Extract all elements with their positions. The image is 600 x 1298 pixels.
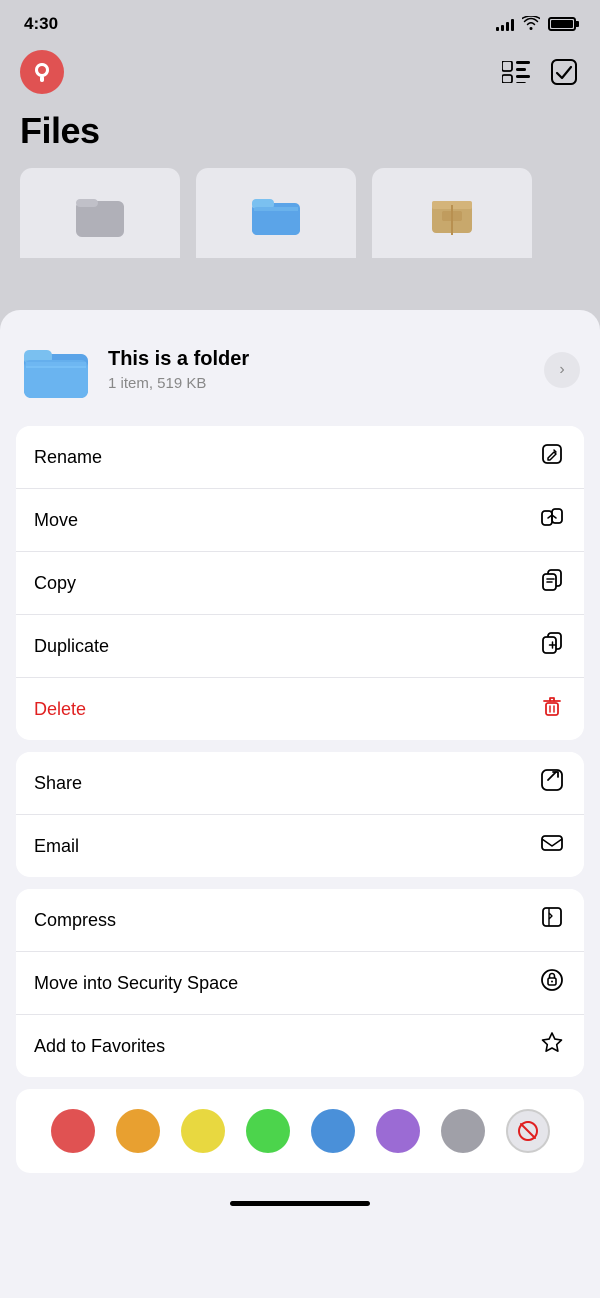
top-bar [0, 42, 600, 106]
blue-folder-thumb [196, 168, 356, 258]
copy-label: Copy [34, 573, 76, 594]
yellow-dot[interactable] [181, 1109, 225, 1153]
compress-menu-item[interactable]: Compress [16, 889, 584, 952]
trash-folder-thumb: 🗑 [20, 168, 180, 258]
delete-menu-item[interactable]: Delete [16, 678, 584, 740]
rename-label: Rename [34, 447, 102, 468]
security-space-menu-item[interactable]: Move into Security Space [16, 952, 584, 1015]
page-title-section: Files [0, 106, 600, 168]
signal-icon [496, 17, 514, 31]
email-icon [538, 831, 566, 861]
app-logo [20, 50, 64, 94]
delete-icon [538, 694, 566, 724]
delete-label: Delete [34, 699, 86, 720]
move-label: Move [34, 510, 78, 531]
duplicate-menu-item[interactable]: Duplicate [16, 615, 584, 678]
checkbox-button[interactable] [548, 56, 580, 88]
purple-dot[interactable] [376, 1109, 420, 1153]
list-view-button[interactable] [500, 56, 532, 88]
favorites-icon [538, 1031, 566, 1061]
compress-label: Compress [34, 910, 116, 931]
email-label: Email [34, 836, 79, 857]
duplicate-label: Duplicate [34, 636, 109, 657]
green-dot[interactable] [246, 1109, 290, 1153]
home-indicator [0, 1189, 600, 1214]
folder-meta: 1 item, 519 KB [108, 375, 528, 392]
copy-menu-item[interactable]: Copy [16, 552, 584, 615]
orange-dot[interactable] [116, 1109, 160, 1153]
share-menu-item[interactable]: Share [16, 752, 584, 815]
status-time: 4:30 [24, 14, 58, 34]
duplicate-icon [538, 631, 566, 661]
email-menu-item[interactable]: Email [16, 815, 584, 877]
security-space-label: Move into Security Space [34, 973, 238, 994]
status-bar: 4:30 [0, 0, 600, 42]
gray-dot[interactable] [441, 1109, 485, 1153]
no-color-dot[interactable] [506, 1109, 550, 1153]
top-bar-actions [500, 56, 580, 88]
page-title: Files [20, 110, 580, 152]
menu-group-tools: Compress Move into Security Space [16, 889, 584, 1077]
menu-group-share: Share Email [16, 752, 584, 877]
folder-thumbnails-bg: 🗑 [0, 168, 600, 258]
bottom-sheet: This is a folder 1 item, 519 KB › Rename… [0, 310, 600, 1298]
red-dot[interactable] [51, 1109, 95, 1153]
folder-header: This is a folder 1 item, 519 KB › [0, 310, 600, 426]
share-label: Share [34, 773, 82, 794]
folder-icon [20, 334, 92, 406]
folder-detail-button[interactable]: › [544, 352, 580, 388]
share-icon [538, 768, 566, 798]
archive-thumb [372, 168, 532, 258]
blue-dot[interactable] [311, 1109, 355, 1153]
security-space-icon [538, 968, 566, 998]
favorites-label: Add to Favorites [34, 1036, 165, 1057]
favorites-menu-item[interactable]: Add to Favorites [16, 1015, 584, 1077]
status-icons [496, 16, 576, 33]
folder-info: This is a folder 1 item, 519 KB [108, 348, 528, 392]
folder-name: This is a folder [108, 348, 528, 371]
battery-icon [548, 17, 576, 31]
menu-group-file-actions: Rename Move Copy [16, 426, 584, 740]
move-icon [538, 505, 566, 535]
color-label-picker [16, 1089, 584, 1173]
compress-icon [538, 905, 566, 935]
home-bar [230, 1201, 370, 1206]
move-menu-item[interactable]: Move [16, 489, 584, 552]
wifi-icon [522, 16, 540, 33]
copy-icon [538, 568, 566, 598]
rename-icon [538, 442, 566, 472]
rename-menu-item[interactable]: Rename [16, 426, 584, 489]
